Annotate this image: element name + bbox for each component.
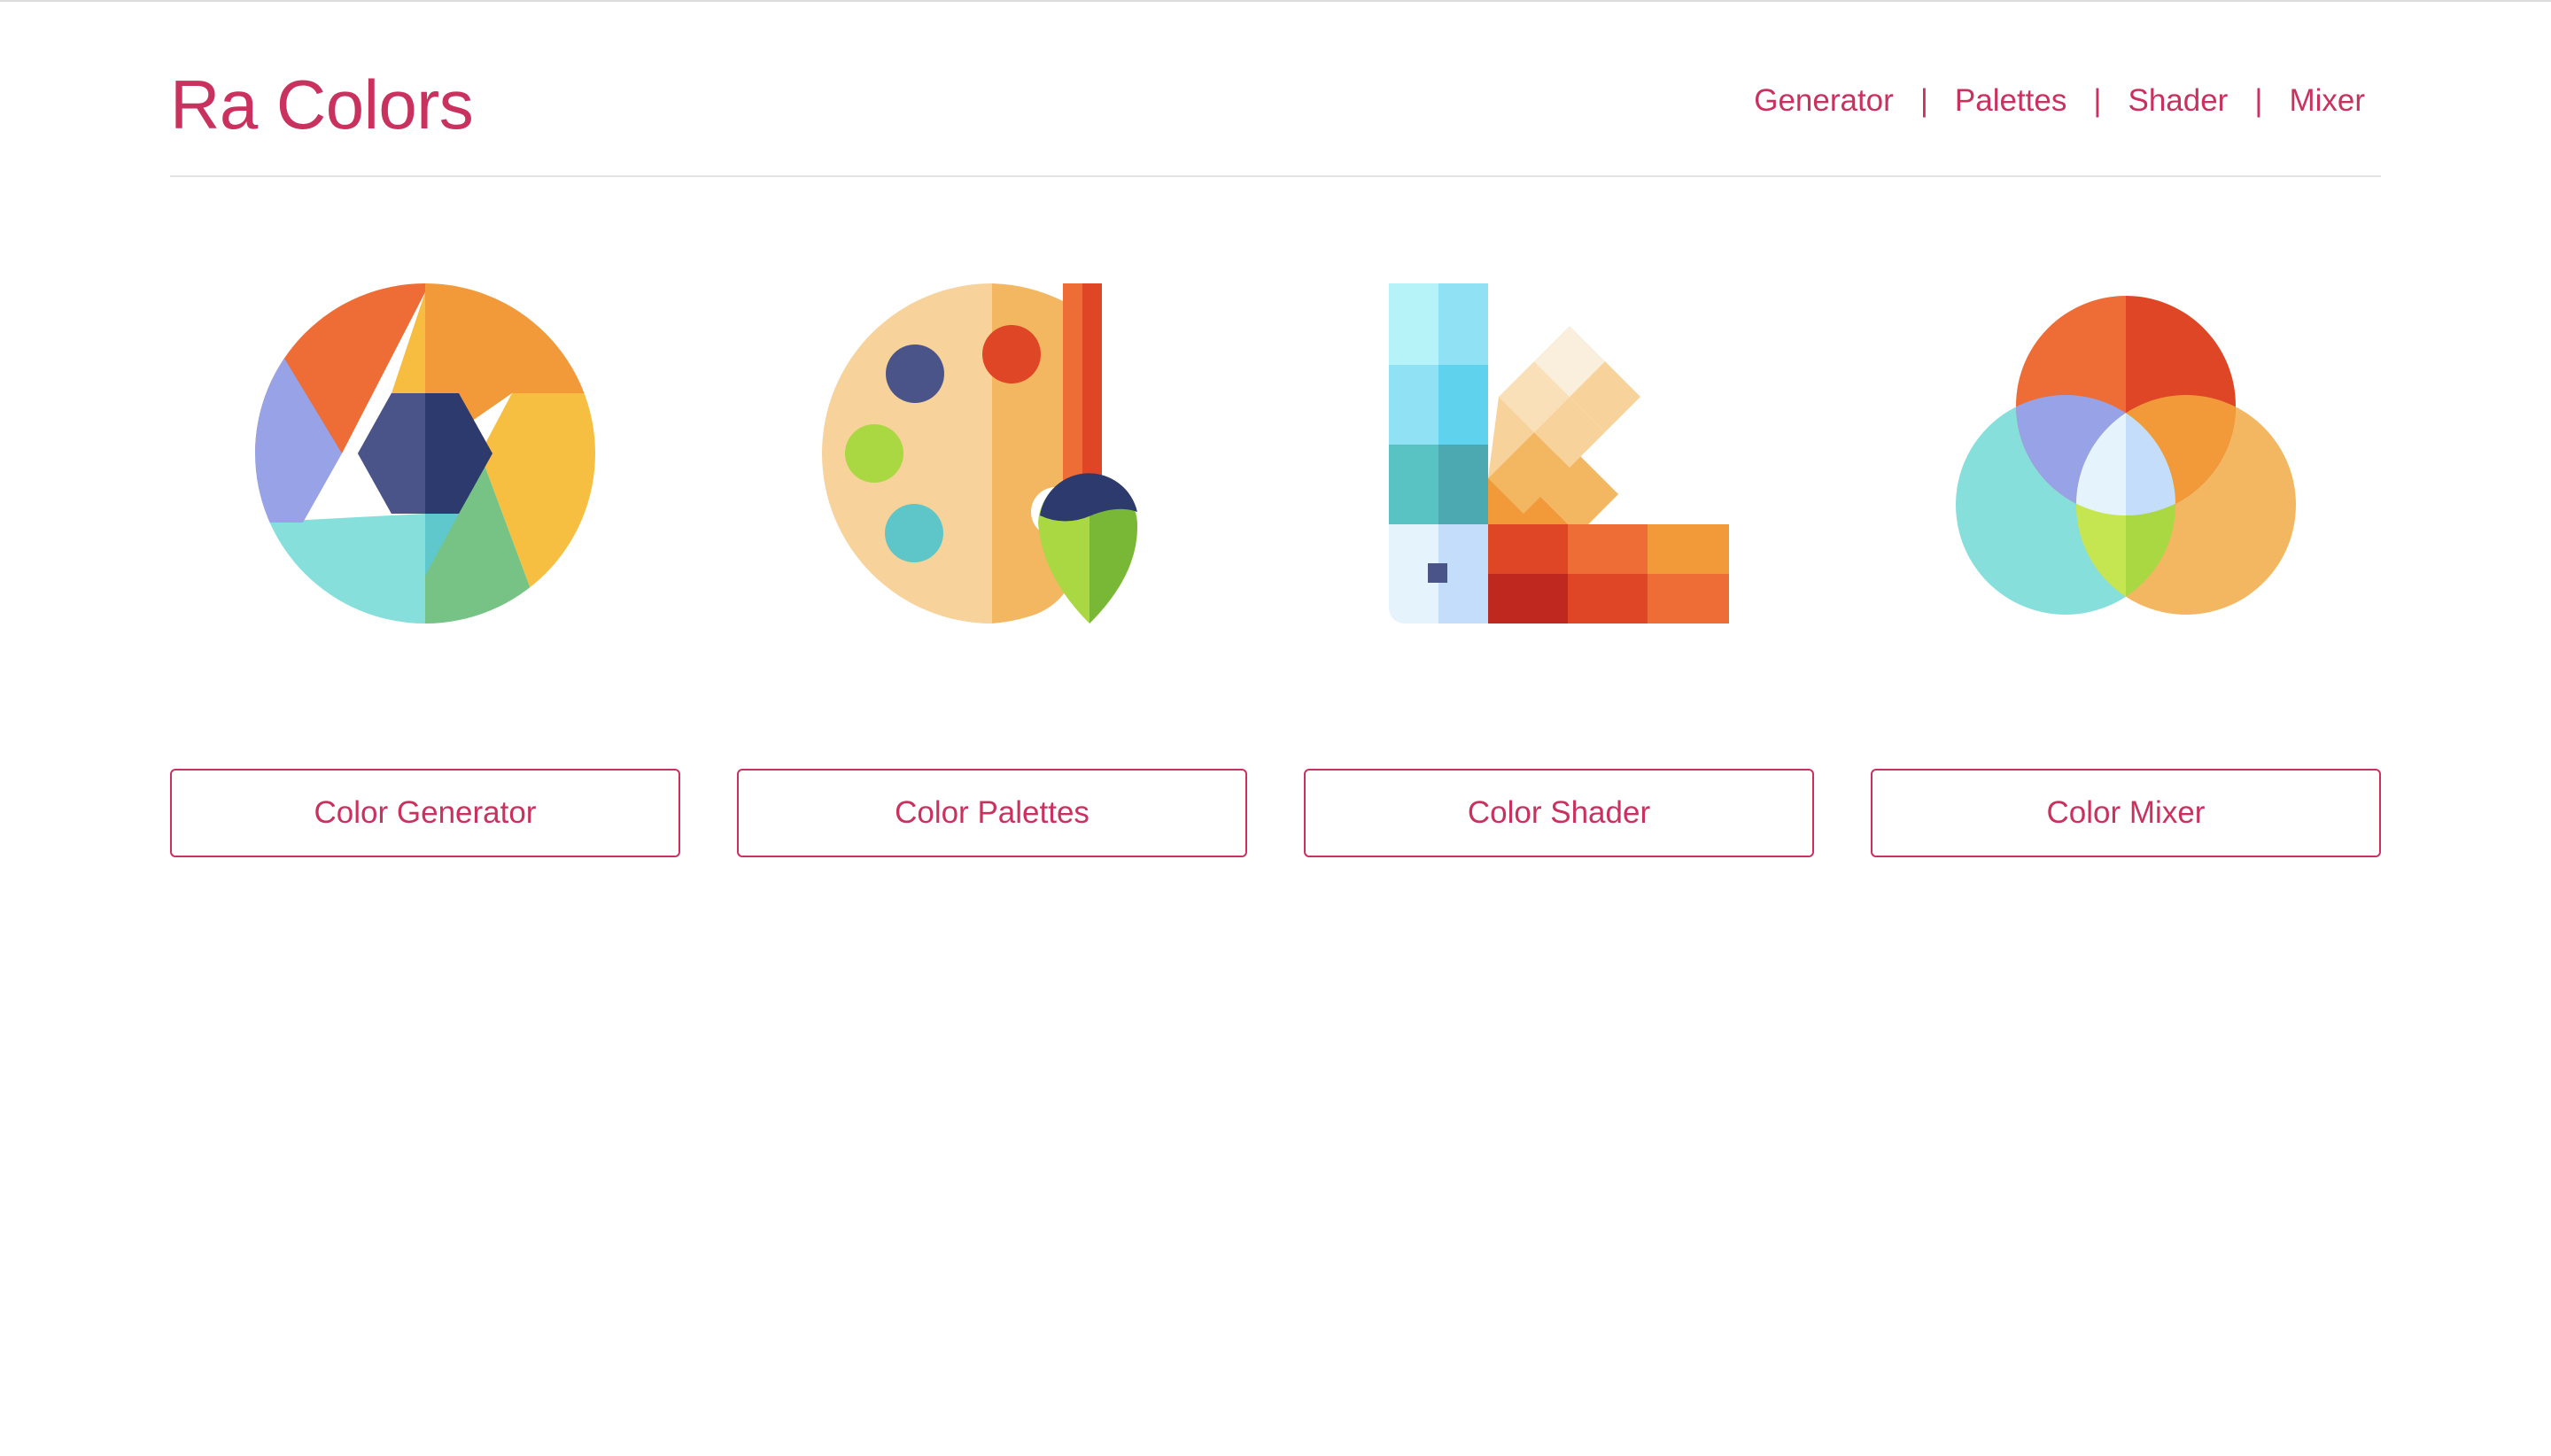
nav-link-mixer[interactable]: Mixer <box>2289 81 2365 120</box>
color-shader-button[interactable]: Color Shader <box>1304 769 1814 857</box>
site-logo-title[interactable]: Ra Colors <box>170 64 474 145</box>
nav-link-generator[interactable]: Generator <box>1754 81 1894 120</box>
card-icon-area <box>1304 283 1814 638</box>
main-nav: Generator | Palettes | Shader | Mixer <box>1754 81 2365 120</box>
nav-separator: | <box>1919 83 1928 118</box>
card-icon-area <box>737 283 1247 638</box>
color-generator-button[interactable]: Color Generator <box>170 769 680 857</box>
card-icon-area <box>170 283 680 638</box>
color-swatch-fan-icon[interactable] <box>1304 283 1814 638</box>
card-icon-area <box>1871 283 2381 638</box>
color-mixer-button[interactable]: Color Mixer <box>1871 769 2381 857</box>
nav-link-palettes[interactable]: Palettes <box>1955 81 2066 120</box>
card-generator: Color Generator <box>170 283 680 857</box>
color-mix-circles-icon[interactable] <box>1871 283 2381 638</box>
nav-link-shader[interactable]: Shader <box>2128 81 2228 120</box>
card-mixer: Color Mixer <box>1871 283 2381 857</box>
feature-cards: Color Generator Color Palettes Color Sha… <box>170 283 2381 857</box>
color-palettes-button[interactable]: Color Palettes <box>737 769 1247 857</box>
nav-separator: | <box>2093 83 2102 118</box>
card-palettes: Color Palettes <box>737 283 1247 857</box>
nav-separator: | <box>2254 83 2263 118</box>
paint-palette-icon[interactable] <box>737 283 1247 638</box>
page-container: Ra Colors Generator | Palettes | Shader … <box>170 2 2381 857</box>
site-header: Ra Colors Generator | Palettes | Shader … <box>170 2 2381 177</box>
card-shader: Color Shader <box>1304 283 1814 857</box>
color-wheel-icon[interactable] <box>170 283 680 638</box>
